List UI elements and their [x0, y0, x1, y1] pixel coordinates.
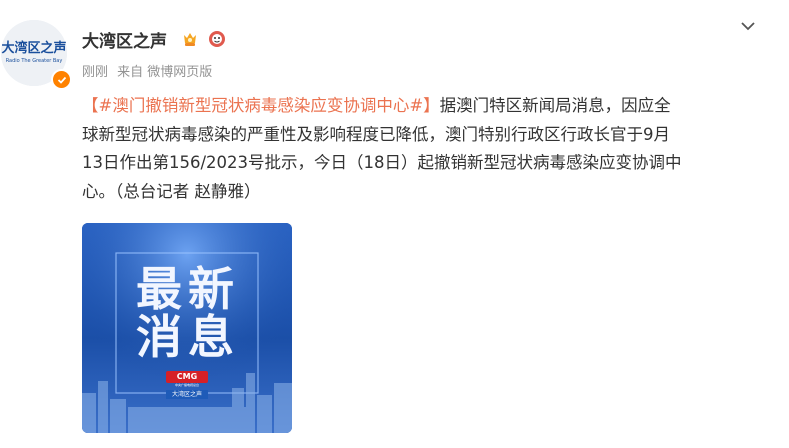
vip-badge-icon[interactable]: [181, 30, 199, 48]
avatar[interactable]: 大湾区之声 Radio The Greater Bay: [1, 20, 72, 90]
cmg-logo-subtext: 中央广播电视总台: [174, 383, 199, 387]
post-meta: 刚刚 来自 微博网页版: [82, 61, 217, 80]
image-brand: 大湾区之声: [166, 390, 208, 399]
cmg-logo: CMG 中央广播电视总台 大湾区之声: [166, 371, 208, 405]
chevron-down-icon[interactable]: [738, 18, 758, 34]
text-line-2: 球新型冠状病毒感染的严重性及影响程度已降低，澳门特别行政区行政长官于9月: [82, 124, 670, 144]
cmg-logo-text: CMG: [166, 371, 208, 383]
username-link[interactable]: 大湾区之声: [82, 27, 167, 52]
topic-link[interactable]: 【#澳门撤销新型冠状病毒感染应变协调中心#】: [82, 96, 440, 115]
verified-badge-icon: [51, 69, 72, 90]
image-headline-1: 最新: [136, 262, 240, 316]
post-image[interactable]: 最新 消息 CMG 中央广播电视总台 大湾区之声: [82, 223, 292, 433]
post-text: 【#澳门撤销新型冠状病毒感染应变协调中心#】据澳门特区新闻局消息，因应全 球新型…: [82, 92, 762, 206]
post-time[interactable]: 刚刚: [82, 65, 108, 80]
post-source: 来自 微博网页版: [117, 65, 213, 80]
emoji-badge-icon[interactable]: [208, 30, 226, 48]
avatar-logo-subtext: Radio The Greater Bay: [5, 58, 63, 64]
image-headline-2: 消息: [136, 310, 240, 364]
text-line-4: 心。（总台记者 赵静雅）: [82, 181, 261, 201]
avatar-logo-text: 大湾区之声: [1, 41, 67, 56]
text-line-3: 13日作出第156/2023号批示，今日（18日）起撤销新型冠状病毒感染应变协调…: [82, 153, 682, 172]
text-line-1: 据澳门特区新闻局消息，因应全: [439, 96, 671, 115]
